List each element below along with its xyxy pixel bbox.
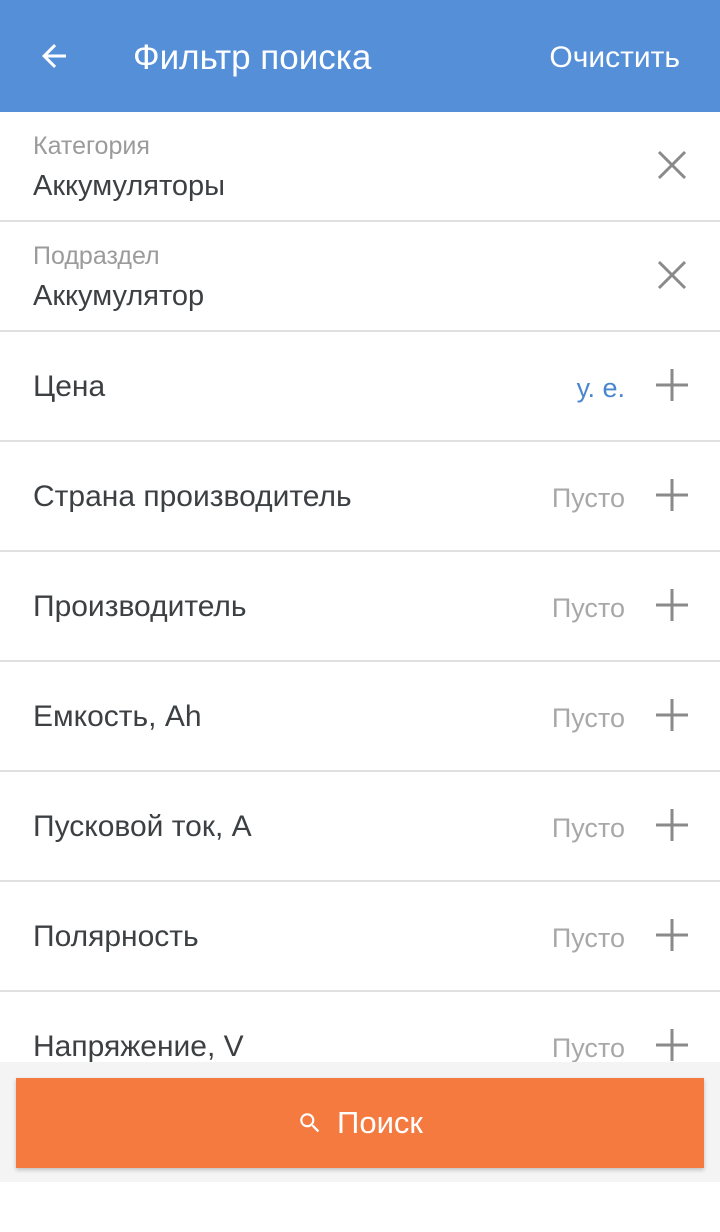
filter-label: Цена (33, 370, 106, 403)
search-icon (300, 1113, 320, 1133)
app-bar: Фильтр поиска Очистить (0, 0, 720, 112)
filter-value: Пусто (551, 923, 625, 953)
category-caption: Категория (33, 132, 150, 160)
filter-row-starting-current[interactable]: Пусковой ток, А Пусто (0, 772, 720, 882)
filter-row-capacity[interactable]: Емкость, Ah Пусто (0, 662, 720, 772)
plus-icon (656, 369, 688, 401)
selected-category-row[interactable]: Категория Аккумуляторы (0, 112, 720, 222)
filter-row-manufacturer[interactable]: Производитель Пусто (0, 552, 720, 662)
plus-icon (656, 479, 688, 511)
add-voltage-button[interactable] (652, 1025, 692, 1065)
filter-row-price[interactable]: Цена у. е. (0, 332, 720, 442)
clear-subsection-button[interactable] (652, 255, 692, 295)
search-button-label: Поиск (337, 1105, 423, 1140)
filter-value: Пусто (551, 483, 625, 513)
selected-subsection-row[interactable]: Подраздел Аккумулятор (0, 222, 720, 332)
filter-row-polarity[interactable]: Полярность Пусто (0, 882, 720, 992)
filter-value: Пусто (551, 1033, 625, 1063)
subsection-value: Аккумулятор (33, 280, 205, 312)
close-icon (657, 260, 687, 290)
add-starting-current-button[interactable] (652, 805, 692, 845)
plus-icon (656, 919, 688, 951)
filter-value: Пусто (551, 593, 625, 623)
plus-icon (656, 1029, 688, 1061)
filter-label: Емкость, Ah (33, 700, 202, 733)
add-polarity-button[interactable] (652, 915, 692, 955)
plus-icon (656, 589, 688, 621)
filter-row-country[interactable]: Страна производитель Пусто (0, 442, 720, 552)
clear-button[interactable]: Очистить (549, 38, 680, 78)
filter-value: Пусто (551, 813, 625, 843)
add-capacity-button[interactable] (652, 695, 692, 735)
close-icon (657, 150, 687, 180)
arrow-left-icon (42, 44, 66, 68)
filter-list: Категория Аккумуляторы Подраздел Аккумул… (0, 112, 720, 1102)
category-value: Аккумуляторы (33, 170, 226, 202)
add-country-button[interactable] (652, 475, 692, 515)
add-price-button[interactable] (652, 365, 692, 405)
subsection-caption: Подраздел (33, 242, 160, 270)
add-manufacturer-button[interactable] (652, 585, 692, 625)
filter-label: Пусковой ток, А (33, 810, 252, 843)
plus-icon (656, 699, 688, 731)
filter-label: Страна производитель (33, 480, 352, 513)
page-title: Фильтр поиска (133, 38, 372, 77)
back-button[interactable] (22, 24, 86, 88)
filter-label: Напряжение, V (33, 1030, 244, 1063)
clear-category-button[interactable] (652, 145, 692, 185)
bottom-action-bar: Поиск (0, 1062, 720, 1182)
currency-value[interactable]: у. е. (577, 372, 625, 404)
search-button[interactable]: Поиск (16, 1078, 704, 1168)
search-filter-screen: Фильтр поиска Очистить Категория Аккумул… (0, 0, 720, 1232)
filter-label: Производитель (33, 590, 247, 623)
filter-value: Пусто (551, 703, 625, 733)
plus-icon (656, 809, 688, 841)
filter-label: Полярность (33, 920, 199, 953)
